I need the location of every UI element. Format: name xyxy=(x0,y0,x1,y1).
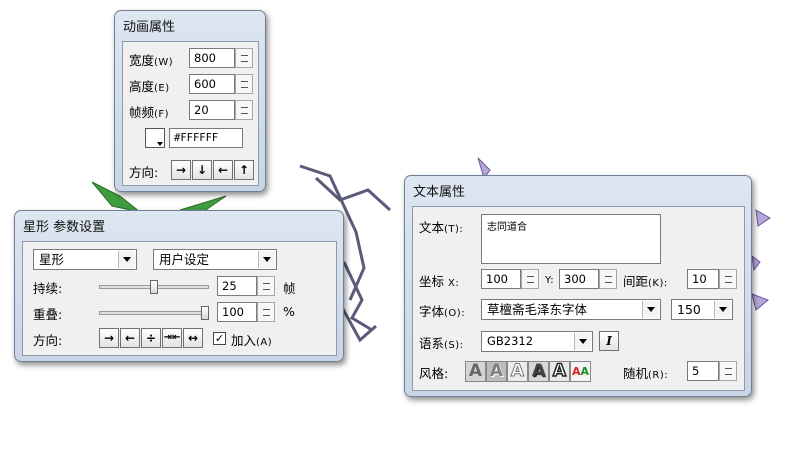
color-swatch-button[interactable] xyxy=(145,128,165,148)
random-label: 随机(R): xyxy=(623,366,669,381)
y-label: Y: xyxy=(545,275,555,286)
animation-properties-panel: 动画属性 宽度(W) 800 高度(E) 600 帧频(F) 20 #FFFFF… xyxy=(114,10,266,192)
fps-input[interactable]: 20 xyxy=(189,100,235,120)
fps-spinner[interactable] xyxy=(235,100,253,120)
text-input[interactable]: 志同道合 xyxy=(481,214,661,264)
color-hex-input[interactable]: #FFFFFF xyxy=(169,128,243,148)
chevron-down-icon xyxy=(118,251,135,268)
text-properties-panel: 文本属性 文本(T): 志同道合 坐标 X: 100 Y: 300 间距(K):… xyxy=(404,175,752,397)
text-input-value: 志同道合 xyxy=(487,222,527,233)
duration-spinner[interactable] xyxy=(257,276,275,296)
font-label: 字体(O): xyxy=(419,304,466,319)
panel-title: 文本属性 xyxy=(413,185,466,200)
style-stroke-button[interactable]: A xyxy=(549,361,570,382)
chevron-down-icon xyxy=(258,251,275,268)
direction-right-button[interactable]: → xyxy=(99,328,119,348)
chevron-down-icon xyxy=(574,333,591,350)
height-spinner[interactable] xyxy=(235,74,253,94)
x-input[interactable]: 100 xyxy=(481,269,521,289)
y-spinner[interactable] xyxy=(599,269,617,289)
style-label: 风格: xyxy=(419,366,449,381)
chevron-down-icon xyxy=(714,301,731,318)
style-outline-button[interactable]: A xyxy=(507,361,528,382)
panel-body: 文本(T): 志同道合 坐标 X: 100 Y: 300 间距(K): 10 字… xyxy=(412,206,745,391)
duration-slider-thumb[interactable] xyxy=(150,280,158,294)
random-spinner[interactable] xyxy=(719,361,737,381)
chevron-down-icon xyxy=(642,301,659,318)
spacing-input[interactable]: 10 xyxy=(687,269,719,289)
x-spinner[interactable] xyxy=(521,269,539,289)
overlap-unit: % xyxy=(283,304,295,319)
panel-body: 宽度(W) 800 高度(E) 600 帧频(F) 20 #FFFFFF 方向:… xyxy=(122,41,259,186)
font-size-select[interactable]: 150 xyxy=(671,299,733,320)
fps-label: 帧频(F) xyxy=(129,105,170,120)
multicolor-glyph: A xyxy=(571,365,581,378)
charset-label: 语系(S): xyxy=(419,336,464,351)
style-flat-button[interactable]: A xyxy=(465,361,486,382)
overlap-slider-thumb[interactable] xyxy=(201,306,209,320)
direction-up-button[interactable]: ↑ xyxy=(234,160,254,180)
duration-unit: 帧 xyxy=(283,281,296,296)
add-checkbox[interactable]: ✓ xyxy=(213,332,226,345)
preset-select[interactable]: 用户设定 xyxy=(153,249,277,270)
panel-title: 动画属性 xyxy=(123,20,176,35)
shape-select[interactable]: 星形 xyxy=(33,249,137,270)
italic-button[interactable]: I xyxy=(599,331,619,351)
style-shadow-button[interactable]: A xyxy=(528,361,549,382)
width-label: 宽度(W) xyxy=(129,53,174,68)
panel-title: 星形 参数设置 xyxy=(23,220,106,235)
width-input[interactable]: 800 xyxy=(189,48,235,68)
random-input[interactable]: 5 xyxy=(687,361,719,381)
star-settings-panel: 星形 参数设置 星形 用户设定 持续: 25 帧 重叠: 100 % 方向: →… xyxy=(14,210,344,362)
direction-diverge-button[interactable]: ↔ xyxy=(183,328,203,348)
style-multicolor-button[interactable]: AA xyxy=(570,361,591,382)
direction-split-button[interactable]: ÷ xyxy=(141,328,161,348)
direction-label: 方向: xyxy=(129,165,159,180)
overlap-spinner[interactable] xyxy=(257,302,275,322)
direction-right-button[interactable]: → xyxy=(171,160,191,180)
chevron-down-icon xyxy=(157,142,163,146)
overlap-input[interactable]: 100 xyxy=(217,302,257,322)
coord-label: 坐标 X: xyxy=(419,274,460,289)
height-label: 高度(E) xyxy=(129,79,170,94)
width-spinner[interactable] xyxy=(235,48,253,68)
direction-left-button[interactable]: ← xyxy=(213,160,233,180)
y-input[interactable]: 300 xyxy=(559,269,599,289)
height-input[interactable]: 600 xyxy=(189,74,235,94)
direction-down-button[interactable]: ↓ xyxy=(192,160,212,180)
add-checkbox-label: 加入(A) xyxy=(231,333,273,348)
style-emboss-button[interactable]: A xyxy=(486,361,507,382)
direction-converge-button[interactable]: ⇥⇤ xyxy=(162,328,182,348)
overlap-label: 重叠: xyxy=(33,307,63,322)
spacing-spinner[interactable] xyxy=(719,269,737,289)
duration-input[interactable]: 25 xyxy=(217,276,257,296)
duration-label: 持续: xyxy=(33,281,63,296)
panel-body: 星形 用户设定 持续: 25 帧 重叠: 100 % 方向: → ← ÷ ⇥⇤ … xyxy=(22,241,337,356)
direction-label: 方向: xyxy=(33,333,63,348)
overlap-slider-track[interactable] xyxy=(99,311,209,315)
text-label: 文本(T): xyxy=(419,220,464,235)
spacing-label: 间距(K): xyxy=(623,274,668,289)
direction-left-button[interactable]: ← xyxy=(120,328,140,348)
font-select[interactable]: 草檀斋毛泽东字体 xyxy=(481,299,661,320)
charset-select[interactable]: GB2312 xyxy=(481,331,593,352)
multicolor-glyph: A xyxy=(580,365,590,378)
